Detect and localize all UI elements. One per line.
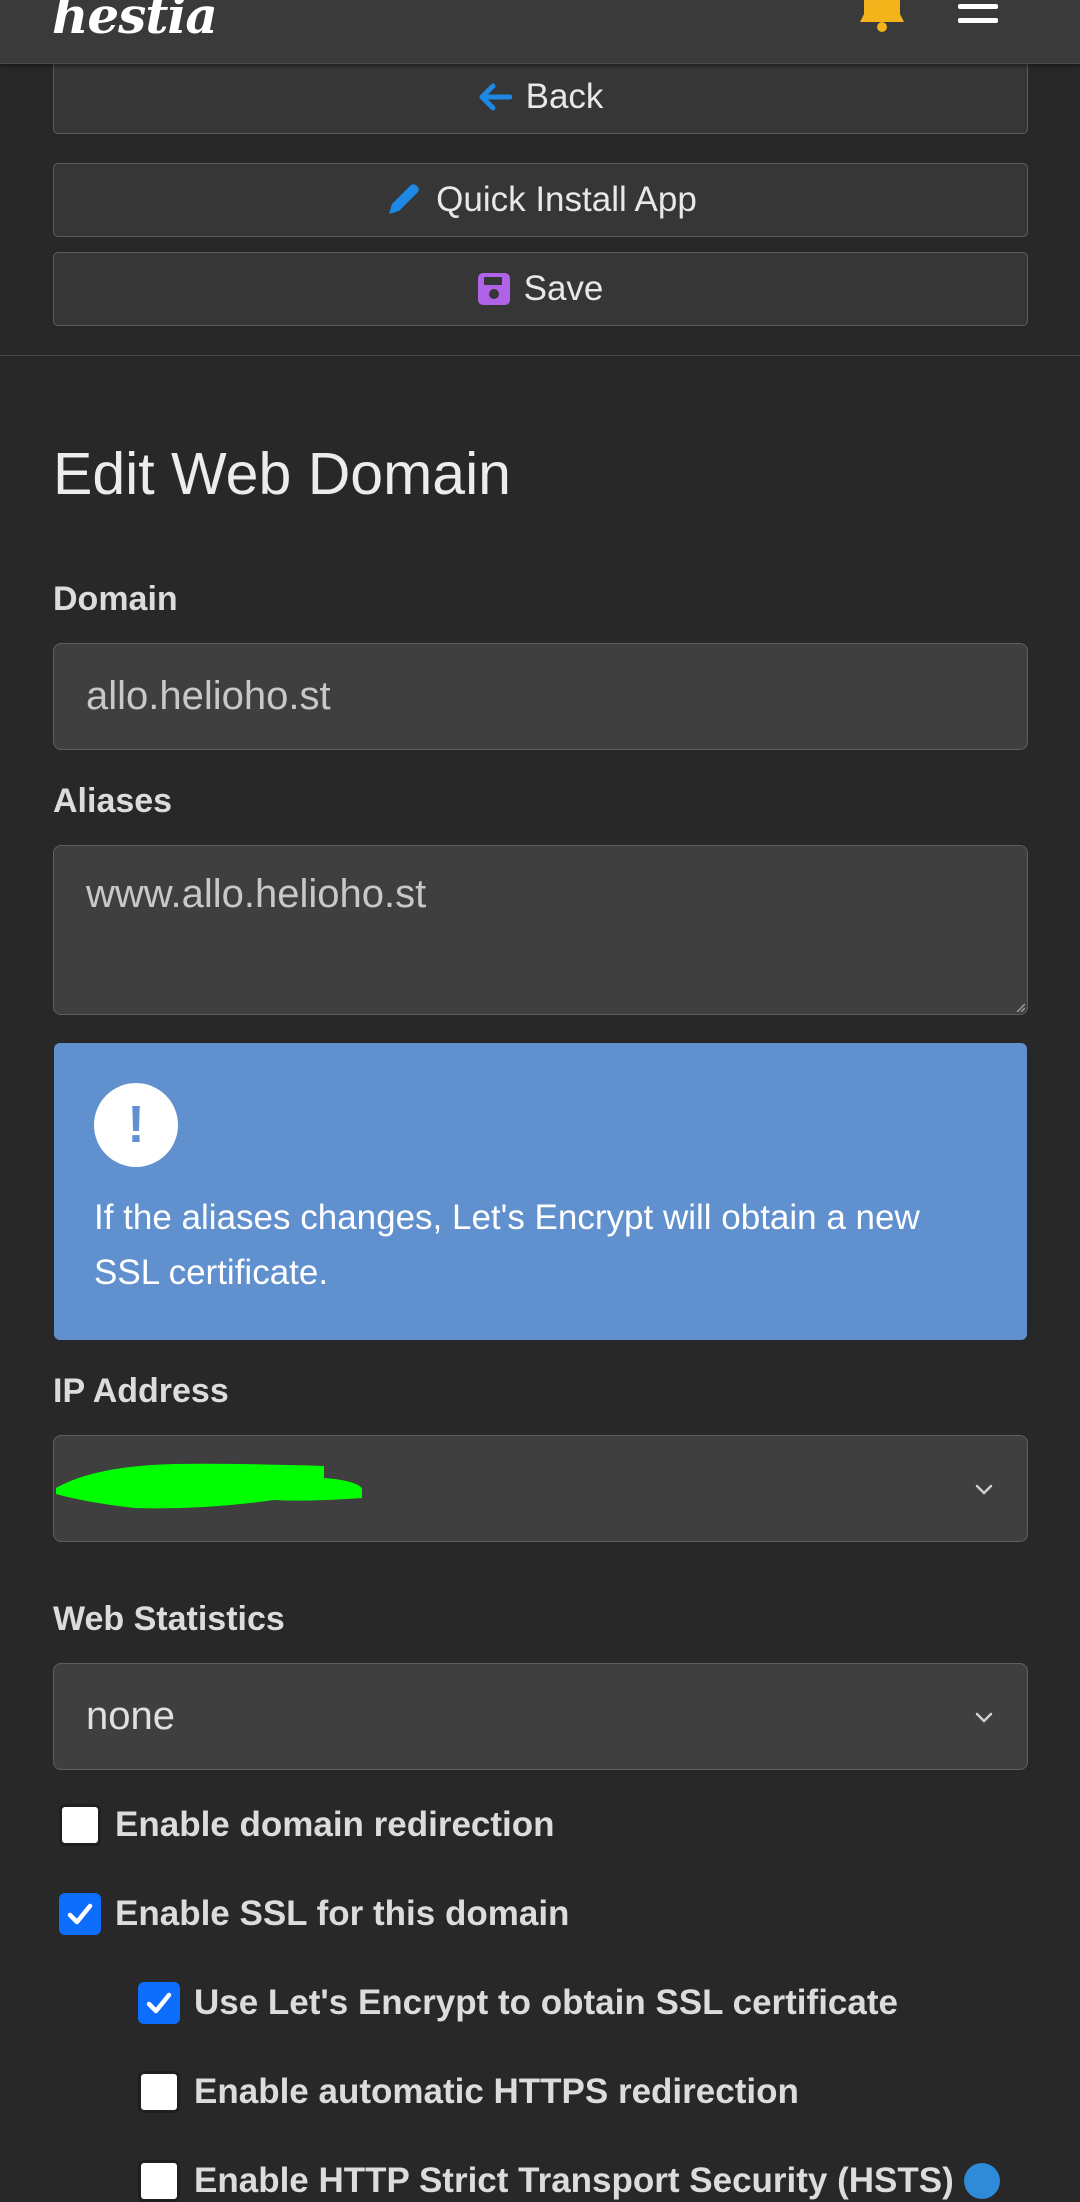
domain-redirection-label: Enable domain redirection — [115, 1805, 555, 1844]
letsencrypt-label: Use Let's Encrypt to obtain SSL certific… — [194, 1983, 898, 2022]
chevron-down-icon — [975, 1484, 993, 1495]
bell-icon[interactable] — [858, 0, 906, 34]
arrow-left-icon — [478, 82, 512, 112]
toolbar: Back Quick Install App Save — [0, 60, 1080, 356]
aliases-textarea[interactable]: www.allo.helioho.st — [53, 845, 1028, 1015]
ip-address-label: IP Address — [53, 1372, 229, 1410]
floppy-disk-icon — [477, 273, 510, 305]
exclamation-icon: ! — [94, 1083, 178, 1167]
enable-ssl-option[interactable]: Enable SSL for this domain — [59, 1893, 569, 1935]
enable-ssl-label: Enable SSL for this domain — [115, 1894, 570, 1933]
save-button[interactable]: Save — [53, 252, 1028, 326]
domain-input[interactable]: allo.helioho.st — [53, 643, 1028, 750]
https-redirection-checkbox[interactable] — [138, 2071, 180, 2113]
page-title: Edit Web Domain — [53, 441, 511, 507]
domain-label: Domain — [53, 580, 178, 618]
checkmark-icon — [67, 1903, 93, 1925]
chevron-down-icon — [975, 1712, 993, 1723]
hsts-option[interactable]: Enable HTTP Strict Transport Security (H… — [138, 2160, 1000, 2202]
web-statistics-label: Web Statistics — [53, 1600, 285, 1638]
letsencrypt-option[interactable]: Use Let's Encrypt to obtain SSL certific… — [138, 1982, 898, 2024]
checkmark-icon — [146, 1992, 172, 2014]
quick-install-app-button[interactable]: Quick Install App — [53, 163, 1028, 237]
aliases-value: www.allo.helioho.st — [86, 872, 427, 916]
web-statistics-value: none — [86, 1694, 175, 1738]
https-redirection-label: Enable automatic HTTPS redirection — [194, 2072, 799, 2111]
back-label: Back — [525, 77, 604, 116]
aliases-label: Aliases — [53, 782, 173, 820]
redaction-mark — [56, 1463, 362, 1509]
https-redirection-option[interactable]: Enable automatic HTTPS redirection — [138, 2071, 799, 2113]
domain-value: allo.helioho.st — [86, 674, 331, 718]
ssl-alert: ! If the aliases changes, Let's Encrypt … — [54, 1043, 1027, 1340]
hamburger-menu-icon[interactable] — [954, 0, 1004, 34]
web-statistics-select[interactable]: none — [53, 1663, 1028, 1770]
letsencrypt-checkbox[interactable] — [138, 1982, 180, 2024]
hsts-label: Enable HTTP Strict Transport Security (H… — [194, 2161, 954, 2200]
resize-handle-icon[interactable] — [1015, 1002, 1025, 1012]
domain-redirection-option[interactable]: Enable domain redirection — [59, 1804, 555, 1846]
hestia-logo[interactable]: hestia — [52, 0, 218, 45]
app-header: hestia — [0, 0, 1080, 64]
quick-install-label: Quick Install App — [436, 180, 697, 219]
domain-redirection-checkbox[interactable] — [59, 1804, 101, 1846]
hsts-checkbox[interactable] — [138, 2160, 180, 2202]
save-label: Save — [523, 269, 604, 308]
pencil-icon — [384, 181, 422, 219]
enable-ssl-checkbox[interactable] — [59, 1893, 101, 1935]
back-button[interactable]: Back — [53, 60, 1028, 134]
help-icon[interactable] — [963, 2163, 1000, 2199]
ip-address-select[interactable] — [53, 1435, 1028, 1542]
alert-text: If the aliases changes, Let's Encrypt wi… — [94, 1198, 920, 1292]
